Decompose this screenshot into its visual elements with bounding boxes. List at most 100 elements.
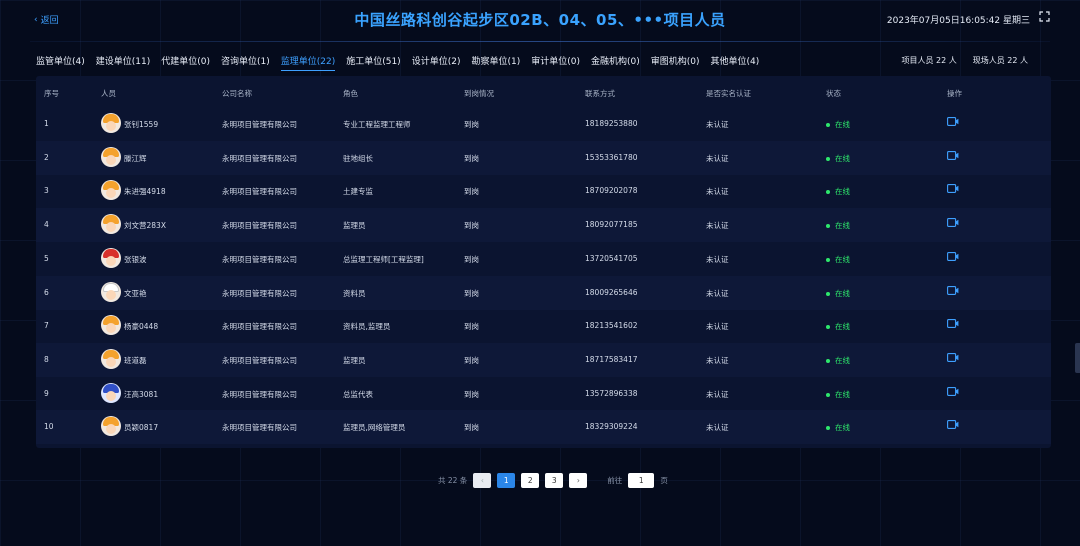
page-button-1[interactable]: 1 xyxy=(497,473,516,488)
header: ‹ 返回 中国丝路科创谷起步区02B、04、05、•••项目人员 2023年07… xyxy=(0,0,1080,40)
phone-number: 13572896338 xyxy=(585,388,638,398)
online-status: 在线 xyxy=(826,355,850,366)
tab-8[interactable]: 审计单位(0) xyxy=(531,54,580,71)
tab-0[interactable]: 监管单位(4) xyxy=(36,54,85,71)
tab-2[interactable]: 代建单位(0) xyxy=(161,54,210,71)
header-company: 公司名称 xyxy=(222,89,252,98)
tab-5[interactable]: 施工单位(51) xyxy=(346,54,400,71)
verification-status: 未认证 xyxy=(706,389,729,399)
phone-number: 18709202078 xyxy=(585,186,638,196)
page-button-3[interactable]: 3 xyxy=(545,473,564,488)
company-name: 永明项目管理有限公司 xyxy=(222,322,297,332)
header-role: 角色 xyxy=(343,89,358,98)
avatar xyxy=(101,146,121,167)
phone-number: 18717583417 xyxy=(585,354,638,364)
table-row: 7 杨豪0448 永明项目管理有限公司 资料员,监理员 到岗 18213541602 未认证… xyxy=(36,309,1051,343)
row-index: 6 xyxy=(44,287,49,297)
page-button-2[interactable]: 2 xyxy=(521,473,540,488)
row-index: 7 xyxy=(44,321,49,331)
status-dot-icon xyxy=(826,257,830,262)
person-name: 滕江辉 xyxy=(124,153,147,163)
status-dot-icon xyxy=(826,325,830,330)
video-call-icon[interactable] xyxy=(947,150,959,160)
role: 监理员,网络管理员 xyxy=(343,423,406,433)
person-name: 张钊1559 xyxy=(124,120,159,129)
arrival-status: 到岗 xyxy=(464,288,479,298)
role: 监理员 xyxy=(343,221,366,231)
header-arrival: 到岗情况 xyxy=(464,89,494,98)
video-call-icon[interactable] xyxy=(947,184,959,194)
online-status: 在线 xyxy=(826,288,850,299)
prev-page-button[interactable]: ‹ xyxy=(473,473,492,488)
table-row: 3 朱进强4918 永明项目管理有限公司 土建专监 到岗 18709202078 未认证 在线 xyxy=(36,174,1051,208)
role: 土建专监 xyxy=(343,187,373,197)
status-dot-icon xyxy=(826,291,830,296)
tab-1[interactable]: 建设单位(11) xyxy=(96,54,150,71)
phone-number: 15353361780 xyxy=(585,152,638,162)
online-status: 在线 xyxy=(826,119,850,130)
header-verified: 是否实名认证 xyxy=(706,89,751,98)
tab-9[interactable]: 金融机构(0) xyxy=(591,54,640,71)
role: 监理员 xyxy=(343,355,366,365)
row-index: 3 xyxy=(44,186,49,196)
phone-number: 18213541602 xyxy=(585,321,638,331)
verification-status: 未认证 xyxy=(706,322,729,332)
video-call-icon[interactable] xyxy=(947,218,959,228)
video-call-icon[interactable] xyxy=(947,319,959,329)
fullscreen-icon[interactable] xyxy=(1039,11,1050,25)
header-action: 操作 xyxy=(947,89,962,98)
tab-3[interactable]: 咨询单位(1) xyxy=(221,54,270,71)
total-count: 共 22 条 xyxy=(438,476,468,485)
page-suffix: 页 xyxy=(660,476,668,485)
table-row: 4 刘文营283X 永明项目管理有限公司 监理员 到岗 18092077185 未认证 在线 xyxy=(36,208,1051,243)
online-status: 在线 xyxy=(826,254,850,265)
onsite-staff-count: 现场人员 22 人 xyxy=(972,56,1028,65)
video-call-icon[interactable] xyxy=(947,386,959,396)
company-name: 永明项目管理有限公司 xyxy=(222,221,297,231)
status-dot-icon xyxy=(826,358,830,363)
role: 资料员 xyxy=(343,288,366,298)
avatar xyxy=(101,247,121,268)
role: 总监代表 xyxy=(343,389,373,399)
status-dot-icon xyxy=(826,190,830,195)
status-label: 在线 xyxy=(835,288,850,298)
status-label: 在线 xyxy=(835,153,850,163)
video-call-icon[interactable] xyxy=(947,117,959,126)
goto-label: 前往 xyxy=(607,476,623,485)
avatar xyxy=(101,281,121,302)
video-call-icon[interactable] xyxy=(947,420,959,430)
role: 总监理工程师[工程监理] xyxy=(343,254,424,264)
online-status: 在线 xyxy=(826,321,850,332)
table-row: 10 员颖0817 永明项目管理有限公司 监理员,网络管理员 到岗 18329309224… xyxy=(36,410,1051,445)
row-index: 1 xyxy=(44,119,49,128)
header-index: 序号 xyxy=(44,89,59,98)
table-header: 序号 人员 公司名称 角色 到岗情况 联系方式 是否实名认证 状态 操作 xyxy=(36,85,1051,101)
tab-10[interactable]: 审图机构(0) xyxy=(651,54,700,71)
goto-page-input[interactable] xyxy=(628,473,655,488)
arrival-status: 到岗 xyxy=(464,389,479,399)
next-page-button[interactable]: › xyxy=(569,473,588,488)
tab-11[interactable]: 其他单位(4) xyxy=(710,54,759,71)
online-status: 在线 xyxy=(826,422,850,433)
company-name: 永明项目管理有限公司 xyxy=(222,153,297,163)
tab-6[interactable]: 设计单位(2) xyxy=(412,54,461,71)
avatar xyxy=(101,214,121,235)
status-label: 在线 xyxy=(835,120,850,129)
online-status: 在线 xyxy=(826,220,850,231)
video-call-icon[interactable] xyxy=(947,251,959,261)
staff-table: 序号 人员 公司名称 角色 到岗情况 联系方式 是否实名认证 状态 操作 1 张钊… xyxy=(36,76,1051,448)
avatar xyxy=(101,180,121,201)
video-call-icon[interactable] xyxy=(947,285,959,295)
side-drawer-handle[interactable] xyxy=(1075,343,1080,373)
person-name: 张银波 xyxy=(124,254,147,264)
status-dot-icon xyxy=(826,426,830,431)
verification-status: 未认证 xyxy=(706,288,729,298)
company-name: 永明项目管理有限公司 xyxy=(222,423,297,433)
online-status: 在线 xyxy=(826,186,850,197)
video-call-icon[interactable] xyxy=(947,352,959,362)
tab-7[interactable]: 勘察单位(1) xyxy=(471,54,520,71)
phone-number: 18092077185 xyxy=(585,220,638,230)
tab-4[interactable]: 监理单位(22) xyxy=(280,54,336,71)
header-person: 人员 xyxy=(101,89,116,98)
verification-status: 未认证 xyxy=(706,153,729,163)
